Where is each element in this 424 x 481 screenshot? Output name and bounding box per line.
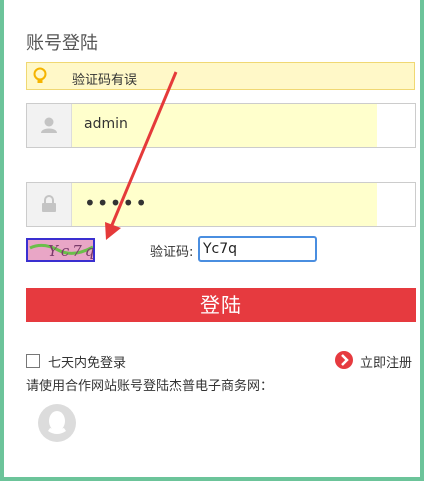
annotation-arrow: [105, 71, 178, 240]
